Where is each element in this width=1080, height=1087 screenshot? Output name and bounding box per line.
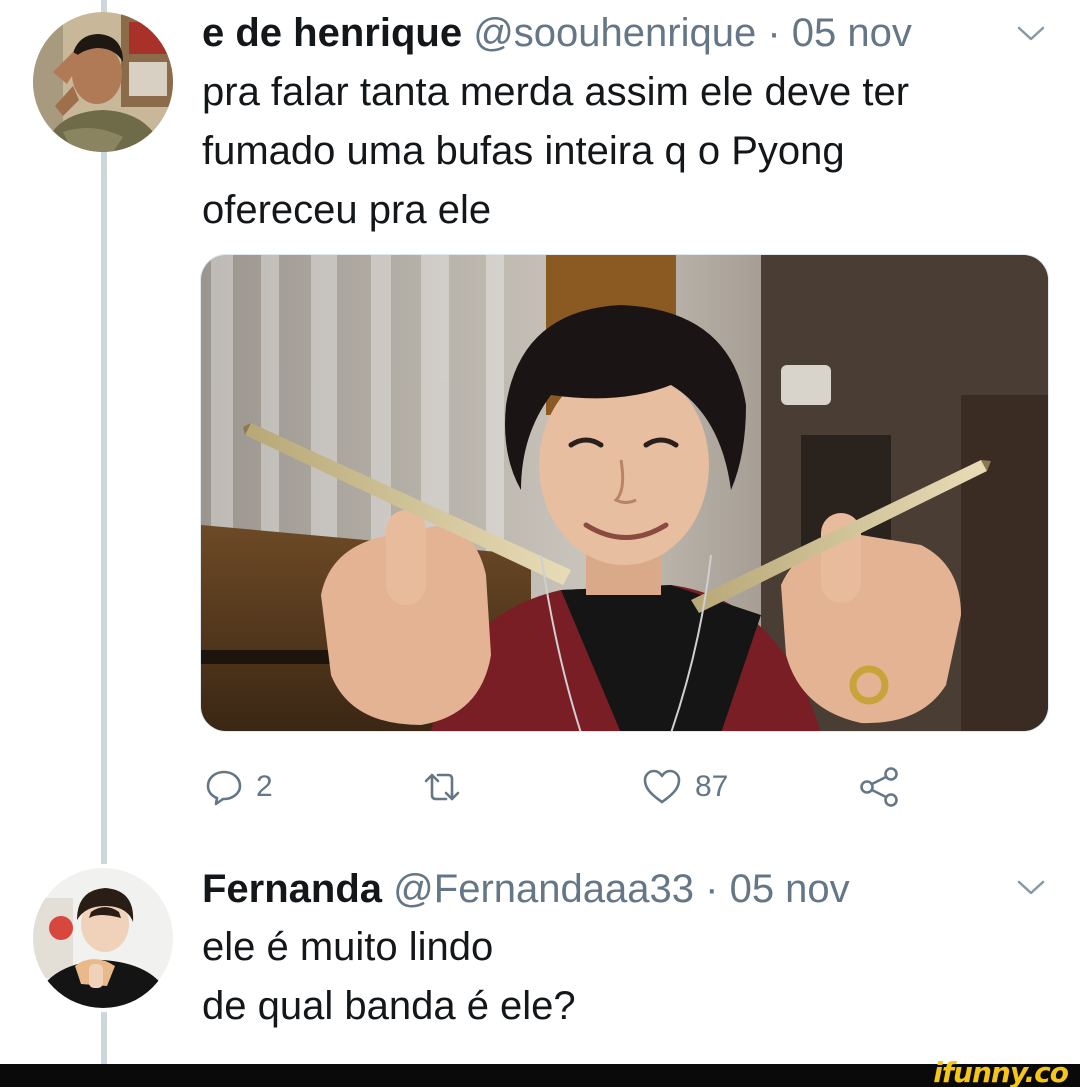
tweet-actions: 2 87: [0, 762, 1080, 812]
retweet-icon: [420, 767, 464, 807]
tweet-text: pra falar tanta merda assim ele deve ter…: [202, 63, 909, 240]
ifunny-watermark: ifunny.co: [933, 1056, 1069, 1087]
tweet-text: ele é muito lindo de qual banda é ele?: [202, 918, 576, 1036]
tweet-text-line: ofereceu pra ele: [202, 188, 492, 232]
chevron-down-icon[interactable]: [1017, 26, 1045, 47]
like-count: 87: [695, 770, 729, 803]
timestamp[interactable]: 05 nov: [792, 11, 912, 55]
tweet-media-image[interactable]: [200, 254, 1049, 732]
tweet-text-line: pra falar tanta merda assim ele deve ter: [202, 70, 910, 114]
avatar[interactable]: [33, 12, 173, 152]
watermark-bar: ifunny.co: [0, 1058, 1080, 1087]
retweet-button[interactable]: [420, 762, 476, 812]
timestamp[interactable]: 05 nov: [730, 867, 850, 911]
author-handle[interactable]: @soouhenrique: [473, 11, 756, 55]
like-button[interactable]: 87: [641, 762, 728, 812]
reply-button[interactable]: 2: [204, 762, 273, 812]
thread-line-connector: [101, 152, 107, 864]
reply-count: 2: [256, 770, 273, 803]
heart-icon: [641, 767, 683, 807]
thread-line-bottom: [101, 1012, 107, 1064]
tweet-header: Fernanda @Fernandaaa33 · 05 nov: [202, 865, 850, 913]
reply-icon: [204, 767, 244, 807]
tweet-text-line: de qual banda é ele?: [202, 984, 576, 1028]
chevron-down-icon[interactable]: [1017, 880, 1045, 901]
tweet-text-line: fumado uma bufas inteira q o Pyong: [202, 129, 845, 173]
header-separator: ·: [705, 867, 719, 911]
header-separator: ·: [767, 11, 781, 55]
share-icon: [858, 765, 902, 809]
share-button[interactable]: [858, 762, 902, 812]
avatar[interactable]: [33, 868, 173, 1008]
author-name[interactable]: e de henrique: [202, 11, 462, 55]
author-name[interactable]: Fernanda: [202, 867, 382, 911]
avatar-photo: [33, 868, 173, 1008]
avatar-photo: [33, 12, 173, 152]
tweet-header: e de henrique @soouhenrique · 05 nov: [202, 9, 912, 57]
author-handle[interactable]: @Fernandaaa33: [393, 867, 694, 911]
tweet-text-line: ele é muito lindo: [202, 925, 494, 969]
media-photo: [201, 255, 1048, 731]
